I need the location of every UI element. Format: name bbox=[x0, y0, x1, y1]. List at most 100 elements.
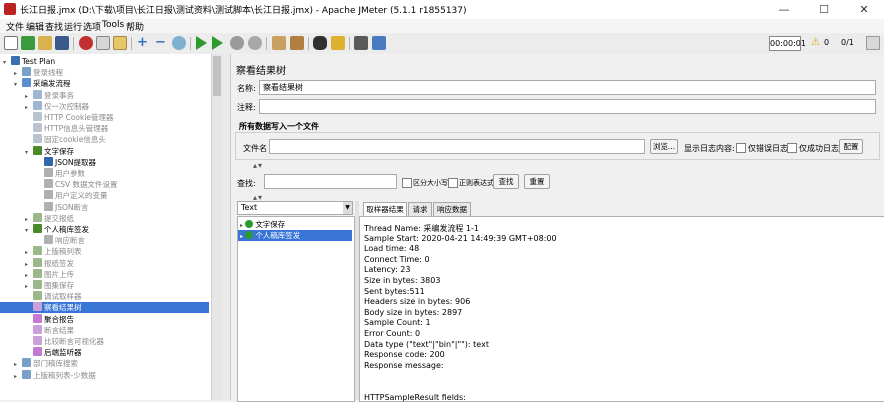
new-icon[interactable] bbox=[4, 36, 18, 50]
tree-node[interactable]: ▾ Test Plan bbox=[0, 56, 209, 67]
tree-node-icon bbox=[11, 56, 20, 65]
logger-panel-icon[interactable] bbox=[866, 36, 880, 50]
tab-response-data[interactable]: 响应数据 bbox=[433, 202, 471, 216]
tree-node-icon bbox=[33, 268, 42, 278]
reset-search-icon[interactable] bbox=[331, 36, 345, 50]
tree-node[interactable]: ▸ 图集保存 bbox=[0, 280, 209, 291]
tree-node[interactable]: 聚合报告 bbox=[0, 313, 209, 325]
sampler-result-text[interactable]: Thread Name: 采编发流程 1-1 Sample Start: 2020… bbox=[359, 216, 884, 402]
tree-node[interactable]: 察看结果树 bbox=[0, 302, 209, 314]
tree-node[interactable]: 断言结果 bbox=[0, 324, 209, 336]
tree-node-icon bbox=[44, 235, 53, 245]
open-folder-icon[interactable] bbox=[38, 36, 52, 50]
menu-edit[interactable]: 编辑 bbox=[26, 20, 44, 33]
clear-all-icon[interactable] bbox=[290, 36, 304, 50]
stop-icon[interactable] bbox=[230, 36, 244, 50]
minimize-button[interactable]: — bbox=[764, 0, 804, 19]
start-icon[interactable] bbox=[196, 36, 207, 50]
cut-icon[interactable] bbox=[79, 36, 93, 50]
search-input[interactable] bbox=[264, 174, 397, 189]
tree-node[interactable]: 用户定义的变量 bbox=[0, 190, 209, 201]
list-item-selected[interactable]: ▸ 个人稿库签发 bbox=[238, 230, 352, 241]
sample-results-list[interactable]: ▸ 文字保存 ▸ 个人稿库签发 bbox=[237, 216, 355, 402]
regex-checkbox[interactable] bbox=[448, 178, 458, 188]
tree-node[interactable]: JSON断言 bbox=[0, 201, 209, 213]
tree-scrollbar[interactable] bbox=[211, 54, 222, 400]
tree-node-icon bbox=[33, 246, 42, 256]
list-item[interactable]: ▸ 文字保存 bbox=[240, 219, 352, 230]
tree-node[interactable]: 用户参数 bbox=[0, 168, 209, 179]
tree-node[interactable]: JSON提取器 bbox=[0, 156, 209, 168]
comment-input[interactable] bbox=[259, 99, 876, 114]
name-input[interactable]: 察看结果树 bbox=[259, 80, 876, 95]
tree-node[interactable]: ▸ 仅一次控制器 bbox=[0, 100, 209, 112]
menu-options[interactable]: 选项 bbox=[83, 20, 101, 33]
menu-tools[interactable]: Tools bbox=[102, 20, 124, 30]
tree-node[interactable]: 固定cookie信息头 bbox=[0, 134, 209, 145]
maximize-button[interactable]: ☐ bbox=[804, 0, 844, 19]
split-divider[interactable] bbox=[222, 54, 231, 400]
expand-all-icon[interactable]: + bbox=[137, 35, 148, 50]
menu-file[interactable]: 文件 bbox=[6, 20, 24, 33]
search-button[interactable]: 查找 bbox=[493, 174, 519, 189]
tree-node[interactable]: ▾ 文字保存 bbox=[0, 145, 209, 157]
menu-help[interactable]: 帮助 bbox=[126, 20, 144, 33]
copy-icon[interactable] bbox=[96, 36, 110, 50]
tree-node[interactable]: ▸ 图片上传 bbox=[0, 268, 209, 280]
success-only-checkbox[interactable] bbox=[787, 143, 797, 153]
tree-node[interactable]: 响应断言 bbox=[0, 235, 209, 246]
close-button[interactable]: ✕ bbox=[844, 0, 884, 19]
toggle-icon[interactable] bbox=[172, 36, 186, 50]
tree-node[interactable]: 后端监听器 bbox=[0, 347, 209, 358]
tree-expand-icon[interactable]: ▸ bbox=[14, 371, 21, 382]
tree-scrollbar-thumb[interactable] bbox=[213, 56, 221, 96]
shutdown-icon[interactable] bbox=[248, 36, 262, 50]
browse-button[interactable]: 浏览... bbox=[650, 139, 678, 154]
case-sensitive-checkbox[interactable] bbox=[402, 178, 412, 188]
tree-node[interactable]: ▸ 上版稿列表 bbox=[0, 246, 209, 257]
paste-icon[interactable] bbox=[113, 36, 127, 50]
tree-node[interactable]: HTTP信息头管理器 bbox=[0, 123, 209, 134]
toolbar-separator bbox=[73, 37, 74, 50]
errors-only-checkbox[interactable] bbox=[736, 143, 746, 153]
menu-run[interactable]: 运行 bbox=[64, 20, 82, 33]
renderer-select[interactable]: Text bbox=[237, 201, 353, 215]
tree-node[interactable]: ▸ 报纸签发 bbox=[0, 257, 209, 269]
menu-search[interactable]: 查找 bbox=[45, 20, 63, 33]
tree-node-label: 上版稿列表 bbox=[44, 247, 82, 257]
window-title: 长江日报.jmx (D:\下载\项目\长江日报\测试资料\测试脚本\长江日报.j… bbox=[20, 6, 467, 16]
tree-node[interactable]: 调试取样器 bbox=[0, 291, 209, 302]
result-line: Load time: 48 bbox=[364, 244, 420, 254]
tree-node[interactable]: ▸ 登录线程 bbox=[0, 67, 209, 78]
tab-sampler-result[interactable]: 取样器结果 bbox=[363, 202, 407, 216]
splitter-handle[interactable]: ▴▾ bbox=[253, 161, 263, 170]
tree-node[interactable]: ▸ 上版稿列表-少数据 bbox=[0, 369, 209, 382]
collapse-all-icon[interactable]: − bbox=[155, 35, 166, 50]
tree-node[interactable]: CSV 数据文件设置 bbox=[0, 179, 209, 190]
result-line: Data type ("text"|"bin"|""): text bbox=[364, 339, 489, 349]
chevron-down-icon[interactable]: ▼ bbox=[343, 202, 352, 214]
tree-node-label: 登录事务 bbox=[44, 90, 74, 100]
help-icon[interactable] bbox=[372, 36, 386, 50]
tree-node[interactable]: ▾ 采编发流程 bbox=[0, 78, 209, 89]
templates-icon[interactable] bbox=[21, 36, 35, 50]
tree-node[interactable]: 比较断言可视化器 bbox=[0, 336, 209, 347]
tree-node[interactable]: ▾ 个人稿库签发 bbox=[0, 224, 209, 235]
filename-input[interactable] bbox=[269, 139, 645, 154]
reset-button[interactable]: 重置 bbox=[524, 174, 550, 189]
warning-icon[interactable]: ⚠ bbox=[811, 37, 820, 48]
tree-node-label: 响应断言 bbox=[55, 236, 85, 246]
save-icon[interactable] bbox=[55, 36, 69, 50]
start-no-pause-icon[interactable] bbox=[212, 36, 223, 50]
tree-node[interactable]: ▸ 登录事务 bbox=[0, 89, 209, 101]
result-line: Thread Name: 采编发流程 1-1 bbox=[364, 224, 479, 233]
tab-request[interactable]: 请求 bbox=[408, 202, 432, 216]
clear-icon[interactable] bbox=[272, 36, 286, 50]
function-helper-icon[interactable] bbox=[354, 36, 368, 50]
test-plan-tree[interactable]: ▾ Test Plan ▸ 登录线程 ▾ 采编发流程 ▸ 登录事务 ▸ 仅一次控制器 HTTP Co… bbox=[0, 54, 223, 400]
tree-node[interactable]: ▸ 部门稿库搜索 bbox=[0, 358, 209, 369]
tree-node[interactable]: ▸ 提交报纸 bbox=[0, 212, 209, 224]
configure-button[interactable]: 配置 bbox=[839, 139, 863, 154]
search-binoculars-icon[interactable] bbox=[313, 36, 327, 50]
tree-node[interactable]: HTTP Cookie管理器 bbox=[0, 112, 209, 123]
